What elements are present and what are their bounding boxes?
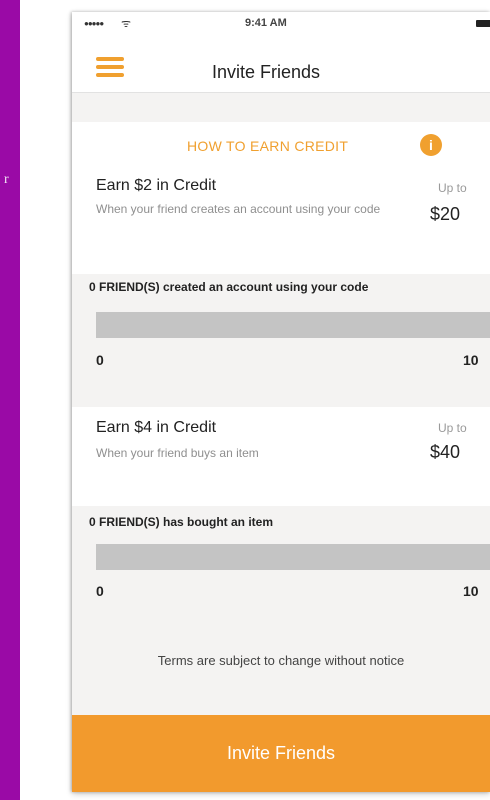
up-to-label: Up to xyxy=(438,181,467,195)
how-to-earn-label[interactable]: HOW TO EARN CREDIT xyxy=(187,138,348,154)
signal-icon: ●●●●● xyxy=(84,19,104,28)
navigation-bar: Invite Friends xyxy=(72,36,490,93)
wifi-icon: ᯤ xyxy=(121,18,132,30)
progress-section-1: 0 FRIEND(S) created an account using you… xyxy=(72,274,490,404)
page-title: Invite Friends xyxy=(212,62,321,82)
hamburger-menu-icon[interactable] xyxy=(96,57,124,77)
card-title: Earn $4 in Credit xyxy=(96,419,217,436)
earn-card-1: HOW TO EARN CREDIT i Earn $2 in Credit W… xyxy=(72,122,490,282)
status-clock: 9:41 AM xyxy=(245,17,287,29)
progress-bar xyxy=(96,312,490,338)
credit-amount: $40 xyxy=(430,442,461,462)
phone-screen: ●●●●● ᯤ 9:41 AM Invite Friends HOW TO EA… xyxy=(72,12,490,792)
progress-min: 0 xyxy=(96,583,104,599)
card-description: When your friend buys an item xyxy=(96,446,259,460)
card-title: Earn $2 in Credit xyxy=(96,177,217,194)
purple-background-strip: r xyxy=(0,0,20,800)
progress-section-2: 0 FRIEND(S) has bought an item 0 10 xyxy=(72,506,490,621)
strip-glyph: r xyxy=(4,172,9,187)
credit-amount: $20 xyxy=(430,204,461,224)
progress-max: 10 xyxy=(463,352,479,368)
progress-max: 10 xyxy=(463,583,479,599)
up-to-label: Up to xyxy=(438,421,467,435)
info-icon[interactable]: i xyxy=(420,134,442,156)
progress-label: 0 FRIEND(S) has bought an item xyxy=(89,515,274,529)
earn-card-2: Earn $4 in Credit When your friend buys … xyxy=(72,407,490,507)
progress-min: 0 xyxy=(96,352,104,368)
invite-friends-button[interactable]: Invite Friends xyxy=(72,715,490,792)
terms-notice: Terms are subject to change without noti… xyxy=(157,653,405,668)
status-bar: ●●●●● ᯤ 9:41 AM xyxy=(72,12,490,36)
battery-icon xyxy=(476,20,490,27)
progress-label: 0 FRIEND(S) created an account using you… xyxy=(89,280,369,294)
progress-bar xyxy=(96,544,490,570)
card-description: When your friend creates an account usin… xyxy=(96,202,381,216)
